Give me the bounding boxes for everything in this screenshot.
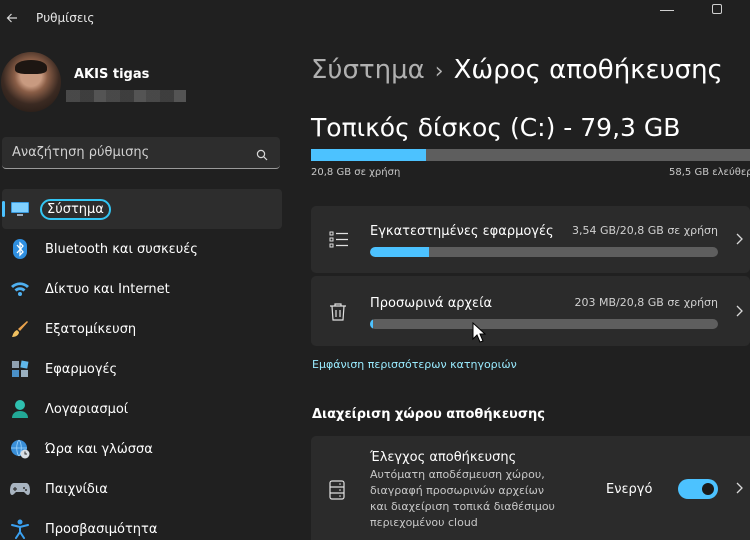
mouse-cursor-icon (472, 321, 487, 344)
chevron-right-icon[interactable] (734, 481, 744, 495)
sidebar-item-accessibility[interactable]: Προσβασιμότητα (2, 509, 282, 540)
category-title: Προσωρινά αρχεία (370, 296, 493, 311)
disk-used-label: 20,8 GB σε χρήση (311, 167, 401, 178)
disk-free-label: 58,5 GB ελεύθερα (669, 167, 750, 178)
trash-icon (329, 302, 349, 322)
breadcrumb-separator: › (434, 59, 444, 84)
sidebar-item-accounts[interactable]: Λογαριασμοί (2, 389, 282, 429)
sidebar-item-label: Λογαριασμοί (45, 401, 129, 417)
avatar[interactable] (1, 52, 61, 112)
sidebar-nav: Σύστημα Bluetooth και συσκευές Δίκτυο κα… (2, 189, 282, 540)
monitor-icon (10, 199, 30, 219)
sidebar-item-time-language[interactable]: Ώρα και γλώσσα (2, 429, 282, 469)
storage-sense-toggle[interactable] (678, 479, 718, 499)
storage-sense-title: Έλεγχος αποθήκευσης (370, 450, 517, 465)
title-bar: Ρυθμίσεις (0, 0, 750, 40)
sidebar-item-label: Παιχνίδια (45, 481, 108, 497)
category-usage-bar-fill (370, 319, 374, 329)
sidebar-item-gaming[interactable]: Παιχνίδια (2, 469, 282, 509)
accessibility-icon (10, 519, 30, 539)
toggle-state-label: Ενεργό (606, 482, 653, 497)
category-card-temp-files[interactable]: Προσωρινά αρχεία 203 MB/20,8 GB σε χρήση (311, 276, 750, 346)
sidebar-item-label: Προσβασιμότητα (45, 521, 158, 537)
disk-title: Τοπικός δίσκος (C:) - 79,3 GB (311, 113, 681, 142)
breadcrumb-parent[interactable]: Σύστημα (311, 55, 425, 85)
sidebar-item-label: Εξατομίκευση (45, 321, 137, 337)
sidebar-item-label: Σύστημα (40, 198, 111, 220)
sidebar-item-label: Bluetooth και συσκευές (45, 241, 198, 257)
search-input[interactable] (12, 145, 242, 160)
user-email-redacted (66, 90, 186, 102)
category-usage-bar (370, 319, 718, 329)
storage-drive-icon (329, 480, 349, 500)
page-title: Χώρος αποθήκευσης (453, 55, 723, 85)
category-usage: 3,54 GB/20,8 GB σε χρήση (572, 224, 718, 237)
category-usage-bar-fill (370, 247, 430, 257)
category-card-installed-apps[interactable]: Εγκατεστημένες εφαρμογές 3,54 GB/20,8 GB… (311, 206, 750, 273)
wifi-icon (10, 279, 30, 299)
sidebar-item-label: Ώρα και γλώσσα (45, 441, 153, 457)
minimize-button[interactable] (660, 10, 674, 11)
clock-globe-icon (10, 439, 30, 459)
category-usage: 203 MB/20,8 GB σε χρήση (574, 296, 718, 309)
sidebar-item-label: Εφαρμογές (45, 361, 118, 377)
app-title: Ρυθμίσεις (36, 11, 95, 25)
chevron-right-icon (734, 232, 744, 246)
search-icon[interactable] (256, 146, 268, 161)
sidebar-item-personalization[interactable]: Εξατομίκευση (2, 309, 282, 349)
category-usage-bar (370, 247, 718, 257)
sidebar-item-network[interactable]: Δίκτυο και Internet (2, 269, 282, 309)
sidebar-item-system[interactable]: Σύστημα (2, 189, 282, 229)
disk-usage-bar (311, 149, 750, 161)
sidebar-item-bluetooth[interactable]: Bluetooth και συσκευές (2, 229, 282, 269)
chevron-right-icon (734, 304, 744, 318)
sidebar-item-apps[interactable]: Εφαρμογές (2, 349, 282, 389)
apps-icon (10, 359, 30, 379)
breadcrumb: Σύστημα › Χώρος αποθήκευσης (311, 55, 723, 85)
list-icon (329, 230, 349, 250)
gamepad-icon (10, 479, 30, 499)
show-more-categories-link[interactable]: Εμφάνιση περισσότερων κατηγοριών (312, 358, 517, 371)
maximize-button[interactable] (712, 4, 722, 14)
storage-sense-card[interactable]: Έλεγχος αποθήκευσης Αυτόματη αποδέσμευση… (311, 436, 750, 540)
person-icon (10, 399, 30, 419)
user-name: AKIS tigas (74, 67, 150, 82)
bluetooth-icon (10, 239, 30, 259)
disk-usage-bar-fill (311, 149, 427, 161)
category-title: Εγκατεστημένες εφαρμογές (370, 224, 554, 239)
toggle-knob (702, 483, 714, 495)
search-box[interactable] (2, 137, 280, 169)
sidebar-item-label: Δίκτυο και Internet (45, 281, 170, 297)
storage-sense-description: Αυτόματη αποδέσμευση χώρου, διαγραφή προ… (370, 468, 555, 529)
brush-icon (10, 319, 30, 339)
section-heading: Διαχείριση χώρου αποθήκευσης (312, 407, 545, 422)
back-arrow-icon[interactable] (0, 6, 24, 30)
